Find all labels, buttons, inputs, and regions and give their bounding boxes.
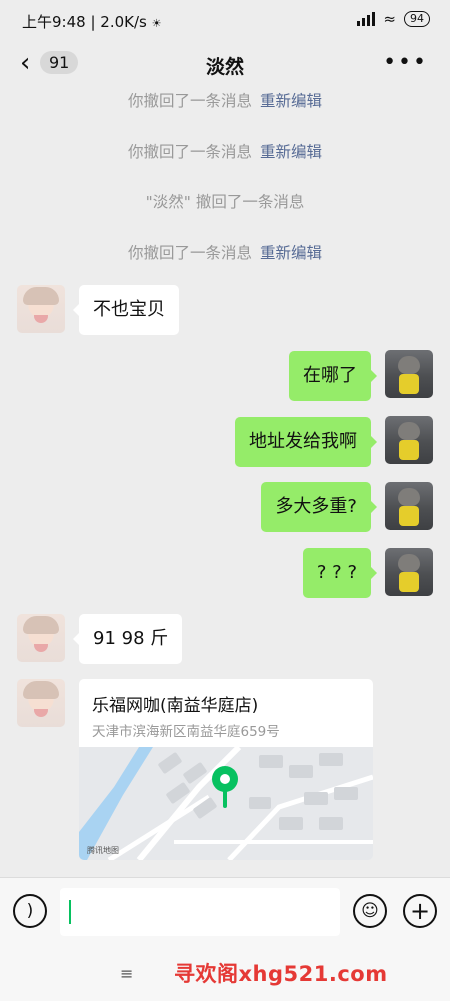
recall-notice: 你撤回了一条消息 重新编辑 [0, 241, 450, 263]
outgoing-message[interactable]: ? ? ? [302, 548, 378, 598]
plus-icon[interactable]: + [403, 894, 437, 928]
recall-notice: "淡然" 撤回了一条消息 [0, 190, 450, 212]
my-avatar[interactable] [385, 482, 433, 530]
message-input[interactable] [60, 888, 340, 936]
emoji-icon[interactable]: ☺ [353, 894, 387, 928]
status-bar: 上午9:48 | 2.0K/s ☀ ≈ 94 [0, 0, 450, 40]
re-edit-link[interactable]: 重新编辑 [260, 143, 322, 161]
location-address: 天津市滨海新区南益华庭659号 [92, 724, 280, 740]
map-credit: 腾讯地图 [87, 846, 119, 855]
my-avatar[interactable] [385, 416, 433, 464]
notification-icon: ☀ [151, 17, 162, 30]
voice-icon[interactable]: ) [13, 894, 47, 928]
contact-avatar[interactable] [17, 285, 65, 333]
recall-notice-text: 你撤回了一条消息 [127, 92, 252, 110]
map-preview[interactable]: 腾讯地图 [79, 747, 373, 860]
menu-icon[interactable]: ≡ [120, 964, 133, 983]
network-speed: 2.0K/s [100, 13, 147, 31]
watermark: 寻欢阁xhg521.com [174, 962, 388, 986]
chat-header: ‹ 91 淡然 ••• [0, 40, 450, 88]
my-avatar[interactable] [385, 548, 433, 596]
map-graphic [79, 747, 373, 860]
re-edit-link[interactable]: 重新编辑 [260, 244, 322, 262]
status-time: 上午9:48 [22, 13, 86, 31]
battery-indicator: 94 [404, 11, 430, 27]
my-avatar[interactable] [385, 350, 433, 398]
outgoing-message[interactable]: 地址发给我啊 [235, 417, 377, 467]
location-card[interactable]: 乐福网咖(南益华庭店) 天津市滨海新区南益华庭659号 腾讯地图 [79, 679, 373, 860]
text-cursor [69, 900, 71, 924]
recall-notice-text: "淡然" 撤回了一条消息 [145, 193, 305, 211]
recall-notice: 你撤回了一条消息 重新编辑 [0, 140, 450, 162]
recall-notice-text: 你撤回了一条消息 [127, 143, 252, 161]
more-dots-icon[interactable]: ••• [383, 50, 428, 75]
incoming-message[interactable]: 不也宝贝 [73, 285, 179, 335]
recall-notice: 你撤回了一条消息 重新编辑 [0, 89, 450, 111]
contact-avatar[interactable] [17, 614, 65, 662]
outgoing-message[interactable]: 多大多重? [261, 482, 377, 532]
status-left: 上午9:48 | 2.0K/s ☀ [22, 13, 162, 31]
wifi-icon: ≈ [383, 10, 396, 28]
contact-avatar[interactable] [17, 679, 65, 727]
recall-notice-text: 你撤回了一条消息 [127, 244, 252, 262]
status-right: ≈ 94 [357, 10, 430, 28]
signal-icon [357, 12, 376, 26]
incoming-message[interactable]: 91 98 斤 [72, 614, 183, 664]
location-name: 乐福网咖(南益华庭店) [92, 696, 259, 716]
re-edit-link[interactable]: 重新编辑 [260, 92, 322, 110]
outgoing-message[interactable]: 在哪了 [289, 351, 377, 401]
input-bar: ) ☺ + ≡ 寻欢阁xhg521.com [0, 877, 450, 1001]
